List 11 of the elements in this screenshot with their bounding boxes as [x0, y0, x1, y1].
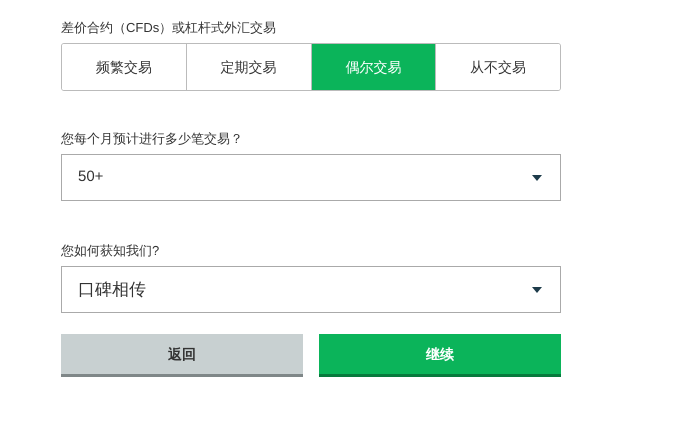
- select-field[interactable]: 口碑相传: [61, 266, 561, 313]
- option-tab[interactable]: 从不交易: [435, 44, 560, 90]
- select-field[interactable]: 50+: [61, 154, 561, 201]
- caret-icon: [532, 286, 542, 292]
- select-value: 50+: [78, 167, 104, 188]
- question-label: 您每个月预计进行多少笔交易？: [61, 130, 244, 148]
- question-label: 您如何获知我们?: [61, 242, 160, 260]
- question-label: 差价合约（CFDs）或杠杆式外汇交易: [61, 19, 278, 37]
- back-button[interactable]: 返回: [61, 334, 303, 377]
- caret-icon: [532, 174, 542, 180]
- select-value: 口碑相传: [78, 278, 146, 301]
